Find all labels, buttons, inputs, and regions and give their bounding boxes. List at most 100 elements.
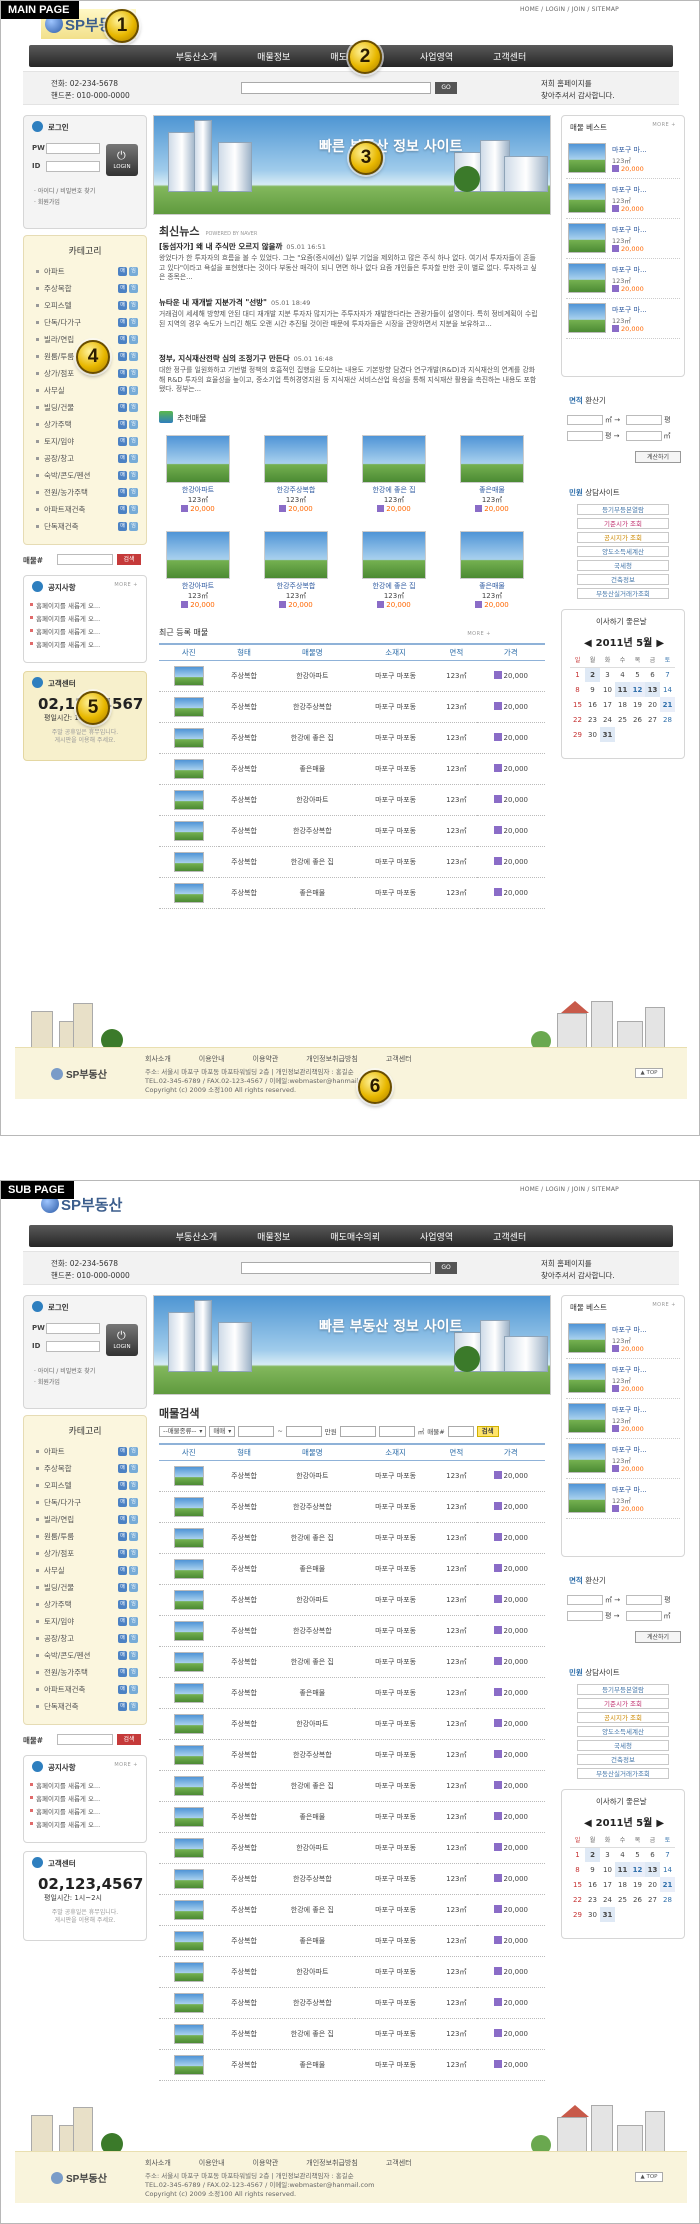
table-row[interactable]: 주상복합 한강에 좋은 집 마포구 마포동 123㎡ 20,000 [159,1770,545,1802]
table-row[interactable]: 주상복합 한강에 좋은 집 마포구 마포동 123㎡ 20,000 [159,722,545,754]
column-header[interactable]: 매물명 [269,1443,356,1461]
calendar-day[interactable]: 13 [645,682,660,697]
property-thumbnail[interactable] [173,1961,204,1982]
property-thumbnail[interactable] [173,1465,204,1486]
search-input[interactable] [241,82,431,94]
category-item[interactable]: 사무실 매 임 [24,1562,146,1579]
calendar-day[interactable]: 26 [630,1892,645,1907]
lease-type-icon[interactable]: 임 [129,1566,138,1575]
property-thumbnail[interactable] [173,1496,204,1517]
id-input[interactable] [46,1341,100,1352]
sale-type-icon[interactable]: 매 [118,403,127,412]
sale-type-icon[interactable]: 매 [118,318,127,327]
table-row[interactable]: 주상복합 좋은매물 마포구 마포동 123㎡ 20,000 [159,877,545,909]
sale-type-icon[interactable]: 매 [118,1634,127,1643]
find-account-link[interactable]: · 아이디 / 비밀번호 찾기 [34,186,95,195]
calendar-day[interactable]: 11 [615,1862,630,1877]
calendar-day[interactable]: 12 [630,1862,645,1877]
table-row[interactable]: 주상복합 한강에 좋은 집 마포구 마포동 123㎡ 20,000 [159,1522,545,1554]
category-item[interactable]: 오피스텔 매 임 [24,1477,146,1494]
sale-type-icon[interactable]: 매 [118,437,127,446]
calendar-day[interactable]: 21 [660,697,675,712]
footer-link[interactable]: 개인정보취급방침 [306,1055,358,1063]
sale-type-icon[interactable]: 매 [118,471,127,480]
calendar-day[interactable]: 10 [600,682,615,697]
table-row[interactable]: 주상복합 한강아파트 마포구 마포동 123㎡ 20,000 [159,1584,545,1616]
best-thumbnail[interactable] [568,1323,606,1353]
sqm-output[interactable] [625,1611,662,1621]
category-item[interactable]: 숙박/콘도/펜션 매 임 [24,467,146,484]
calendar-day[interactable]: 16 [585,697,600,712]
calendar-day[interactable]: 1 [570,667,585,682]
category-item[interactable]: 사무실 매 임 [24,382,146,399]
recommended-card[interactable]: 좋은매물 123㎡ 20,000 [453,435,531,513]
price-max-input[interactable] [285,1425,322,1437]
sale-type-icon[interactable]: 매 [118,1651,127,1660]
sale-number-input[interactable] [57,554,113,565]
notice-item[interactable]: 홈페이지를 새롭게 오... [24,1790,146,1803]
footer-link[interactable]: 이용약관 [253,2159,279,2167]
property-thumbnail[interactable] [460,435,524,483]
best-thumbnail[interactable] [568,303,606,333]
news-headline[interactable]: 뉴타운 내 재개발 지분가격 "선방" 05.01 18:49 [159,297,539,308]
property-thumbnail[interactable] [173,1930,204,1951]
lease-type-icon[interactable]: 임 [129,1668,138,1677]
best-item[interactable]: 마포구 마... 123㎡ 20,000 [566,139,680,179]
category-item[interactable]: 공장/창고 매 임 [24,1630,146,1647]
calendar-day[interactable]: 26 [630,712,645,727]
category-item[interactable]: 단독재건축 매 임 [24,1698,146,1715]
find-account-link[interactable]: · 아이디 / 비밀번호 찾기 [34,1366,95,1375]
latest-more[interactable]: MORE + [467,631,491,637]
column-header[interactable]: 형태 [218,1443,270,1461]
category-item[interactable]: 숙박/콘도/펜션 매 임 [24,1647,146,1664]
lease-type-icon[interactable]: 임 [129,1617,138,1626]
footer-link[interactable]: 회사소개 [145,2159,171,2167]
lease-type-icon[interactable]: 임 [129,1651,138,1660]
category-item[interactable]: 원룸/투룸 매 임 [24,1528,146,1545]
sale-type-icon[interactable]: 매 [118,505,127,514]
column-header[interactable]: 소재지 [355,643,437,661]
sale-type-icon[interactable]: 매 [118,1702,127,1711]
notice-item[interactable]: 홈페이지를 새롭게 오... [24,623,146,636]
category-item[interactable]: 주상복합 매 임 [24,1460,146,1477]
search-input[interactable] [241,1262,431,1274]
sale-type-icon[interactable]: 매 [118,1481,127,1490]
search-button[interactable]: GO [435,1262,457,1274]
calendar-day[interactable]: 9 [585,1862,600,1877]
consult-link[interactable]: 기준시가 조회 [577,518,669,529]
calendar-day[interactable]: 25 [615,1892,630,1907]
best-item[interactable]: 마포구 마... 123㎡ 20,000 [566,1399,680,1439]
sale-type-icon[interactable]: 매 [118,1600,127,1609]
property-thumbnail[interactable] [173,665,204,686]
calendar-day[interactable]: 2 [585,1847,600,1862]
lease-type-icon[interactable]: 임 [129,437,138,446]
lease-type-icon[interactable]: 임 [129,301,138,310]
next-month-icon[interactable]: ▶ [656,1818,664,1829]
best-item[interactable]: 마포구 마... 123㎡ 20,000 [566,219,680,259]
best-more[interactable]: MORE + [652,122,676,128]
sale-type-icon[interactable]: 매 [118,1447,127,1456]
property-thumbnail[interactable] [173,1558,204,1579]
property-thumbnail[interactable] [173,2054,204,2075]
table-row[interactable]: 주상복합 한강아파트 마포구 마포동 123㎡ 20,000 [159,1956,545,1988]
calendar-day[interactable]: 20 [645,697,660,712]
calendar-day[interactable]: 7 [660,667,675,682]
category-item[interactable]: 아파트 매 임 [24,1443,146,1460]
consult-link[interactable]: 기준시가 조회 [577,1698,669,1709]
best-item[interactable]: 마포구 마... 123㎡ 20,000 [566,1319,680,1359]
login-button[interactable]: LOGIN [106,144,138,176]
sale-type-icon[interactable]: 매 [118,1464,127,1473]
property-thumbnail[interactable] [173,2023,204,2044]
lease-type-icon[interactable]: 임 [129,335,138,344]
best-thumbnail[interactable] [568,1363,606,1393]
lease-type-icon[interactable]: 임 [129,1464,138,1473]
pw-input[interactable] [46,1323,100,1334]
sale-search-button[interactable]: 검색 [117,1734,141,1745]
property-thumbnail[interactable] [460,531,524,579]
calendar-day[interactable]: 15 [570,1877,585,1892]
signup-link[interactable]: · 회원가입 [34,197,60,206]
notice-item[interactable]: 홈페이지를 새롭게 오... [24,610,146,623]
table-row[interactable]: 주상복합 좋은매물 마포구 마포동 123㎡ 20,000 [159,1925,545,1957]
nav-item-3[interactable]: 사업영역 [400,1230,473,1243]
consult-link[interactable]: 등기부등본열람 [577,1684,669,1695]
